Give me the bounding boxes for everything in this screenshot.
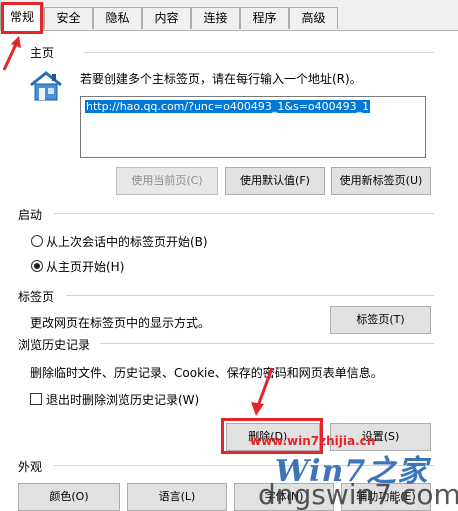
home-divider xyxy=(84,52,434,53)
tabs-settings-button[interactable]: 标签页(T) xyxy=(330,306,431,334)
radio-home-page[interactable] xyxy=(31,260,43,272)
history-section-title: 浏览历史记录 xyxy=(18,338,91,352)
tab-connections[interactable]: 连接 xyxy=(191,7,240,29)
use-current-page-button[interactable]: 使用当前页(C) xyxy=(116,167,218,195)
use-default-button[interactable]: 使用默认值(F) xyxy=(225,167,325,195)
startup-section-title: 启动 xyxy=(18,208,43,222)
tab-advanced[interactable]: 高级 xyxy=(289,7,338,29)
home-section-title: 主页 xyxy=(30,46,55,60)
tab-content[interactable]: 内容 xyxy=(142,7,191,29)
radio-home-page-label: 从主页开始(H) xyxy=(46,260,125,274)
delete-on-exit-checkbox[interactable] xyxy=(30,393,42,405)
appearance-section-title: 外观 xyxy=(18,460,43,474)
tab-security[interactable]: 安全 xyxy=(44,7,93,29)
tab-privacy[interactable]: 隐私 xyxy=(93,7,142,29)
home-url-text: http://hao.qq.com/?unc=o400493_1&s=o4004… xyxy=(85,100,371,113)
languages-button[interactable]: 语言(L) xyxy=(127,483,227,511)
radio-last-session-label: 从上次会话中的标签页开始(B) xyxy=(46,235,208,249)
tab-divider xyxy=(44,30,458,31)
tab-programs[interactable]: 程序 xyxy=(240,7,289,29)
home-description: 若要创建多个主标签页，请在每行输入一个地址(R)。 xyxy=(80,72,362,86)
tabs-description: 更改网页在标签页中的显示方式。 xyxy=(30,316,211,330)
history-divider xyxy=(100,343,434,344)
tab-strip: 常规 安全 隐私 内容 连接 程序 高级 xyxy=(0,0,458,31)
house-icon xyxy=(30,71,62,101)
radio-last-session[interactable] xyxy=(31,235,43,247)
delete-on-exit-label: 退出时删除浏览历史记录(W) xyxy=(46,393,200,407)
startup-divider xyxy=(54,213,434,214)
watermark-domain-text: dngswin7.com xyxy=(258,478,458,511)
tab-general[interactable]: 常规 xyxy=(0,3,44,31)
tabs-divider xyxy=(66,295,434,296)
colors-button[interactable]: 颜色(O) xyxy=(18,483,120,511)
history-description: 删除临时文件、历史记录、Cookie、保存的密码和网页表单信息。 xyxy=(30,366,383,380)
home-url-textarea[interactable]: http://hao.qq.com/?unc=o400493_1&s=o4004… xyxy=(80,96,426,158)
annotation-arrow-icon xyxy=(2,36,21,71)
tabs-section-title: 标签页 xyxy=(18,290,55,304)
use-new-tab-button[interactable]: 使用新标签页(U) xyxy=(331,167,431,195)
